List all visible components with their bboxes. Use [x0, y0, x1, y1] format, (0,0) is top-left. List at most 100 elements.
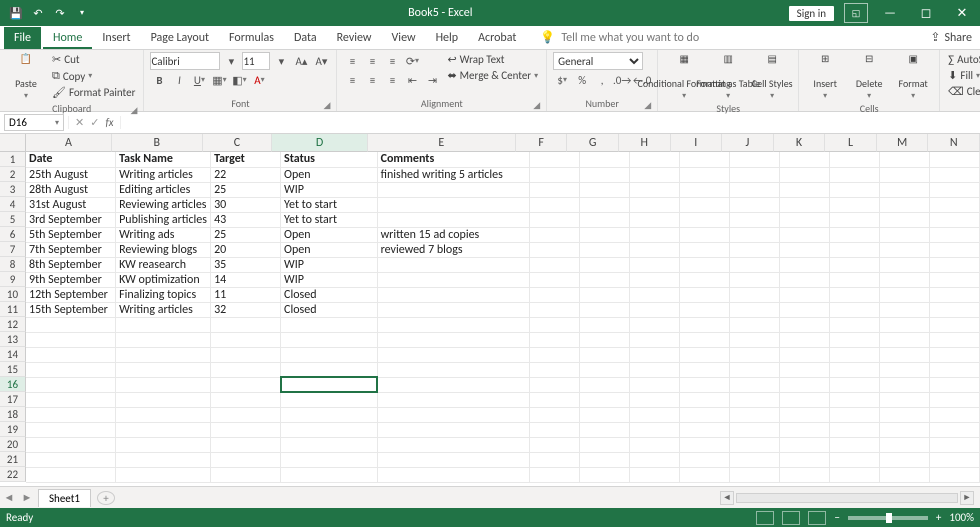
cell-J11[interactable]: [730, 302, 780, 317]
cell-M5[interactable]: [880, 212, 930, 227]
cell-B12[interactable]: [116, 317, 211, 332]
cell-H11[interactable]: [630, 302, 680, 317]
cell-E12[interactable]: [377, 317, 530, 332]
tab-view[interactable]: View: [382, 27, 426, 49]
cell-F4[interactable]: [530, 197, 580, 212]
cell-G7[interactable]: [580, 242, 630, 257]
tab-acrobat[interactable]: Acrobat: [468, 27, 526, 49]
cell-G15[interactable]: [580, 362, 630, 377]
column-header-D[interactable]: D: [272, 134, 367, 152]
cell-F15[interactable]: [530, 362, 580, 377]
cell-D8[interactable]: WIP: [281, 257, 378, 272]
increase-font-icon[interactable]: A▴: [292, 52, 310, 70]
cell-M6[interactable]: [880, 227, 930, 242]
cell-C15[interactable]: [211, 362, 281, 377]
column-header-L[interactable]: L: [825, 134, 877, 152]
delete-cells-button[interactable]: ⊟Delete: [849, 52, 889, 102]
page-layout-view-icon[interactable]: [782, 511, 800, 525]
undo-icon[interactable]: ↶: [28, 3, 48, 23]
cell-M16[interactable]: [880, 377, 930, 392]
cell-C10[interactable]: 11: [211, 287, 281, 302]
cell-F6[interactable]: [530, 227, 580, 242]
cell-M20[interactable]: [880, 437, 930, 452]
cell-K20[interactable]: [780, 437, 830, 452]
cell-M11[interactable]: [880, 302, 930, 317]
cell-F21[interactable]: [530, 452, 580, 467]
cell-I16[interactable]: [680, 377, 730, 392]
fill-button[interactable]: ⬇Fill: [946, 68, 980, 83]
cell-G16[interactable]: [580, 377, 630, 392]
row-header-18[interactable]: 18: [0, 407, 26, 422]
cell-E11[interactable]: [377, 302, 530, 317]
copy-button[interactable]: ⧉Copy: [50, 68, 137, 84]
cell-B8[interactable]: KW reasearch: [116, 257, 211, 272]
font-launcher-icon[interactable]: ◢: [324, 100, 331, 111]
normal-view-icon[interactable]: [756, 511, 774, 525]
cell-J7[interactable]: [730, 242, 780, 257]
cell-M17[interactable]: [880, 392, 930, 407]
cell-L2[interactable]: [830, 167, 880, 182]
cell-G2[interactable]: [580, 167, 630, 182]
row-header-7[interactable]: 7: [0, 242, 26, 257]
cell-K17[interactable]: [780, 392, 830, 407]
cell-B14[interactable]: [116, 347, 211, 362]
cell-A12[interactable]: [26, 317, 116, 332]
cell-D4[interactable]: Yet to start: [281, 197, 378, 212]
cell-G13[interactable]: [580, 332, 630, 347]
formula-input[interactable]: [121, 116, 980, 130]
row-header-2[interactable]: 2: [0, 167, 26, 182]
cell-B7[interactable]: Reviewing blogs: [116, 242, 211, 257]
tell-me-search[interactable]: 💡 Tell me what you want to do: [540, 30, 699, 45]
cell-I18[interactable]: [680, 407, 730, 422]
row-header-5[interactable]: 5: [0, 212, 26, 227]
cell-N21[interactable]: [929, 452, 979, 467]
tab-help[interactable]: Help: [426, 27, 469, 49]
cell-H1[interactable]: [630, 152, 680, 167]
font-size-select[interactable]: [242, 52, 270, 70]
cell-M22[interactable]: [880, 467, 930, 482]
cell-C11[interactable]: 32: [211, 302, 281, 317]
qat-more-icon[interactable]: ▾: [72, 3, 92, 23]
cell-C13[interactable]: [211, 332, 281, 347]
cell-A20[interactable]: [26, 437, 116, 452]
font-size-dropdown-icon[interactable]: ▾: [272, 52, 290, 70]
cell-G6[interactable]: [580, 227, 630, 242]
cell-K4[interactable]: [780, 197, 830, 212]
tab-page-layout[interactable]: Page Layout: [141, 27, 219, 49]
cell-F8[interactable]: [530, 257, 580, 272]
row-header-8[interactable]: 8: [0, 257, 26, 272]
column-header-B[interactable]: B: [112, 134, 203, 152]
cell-F7[interactable]: [530, 242, 580, 257]
cell-C17[interactable]: [211, 392, 281, 407]
name-box-dropdown-icon[interactable]: ▾: [55, 118, 59, 128]
cell-D19[interactable]: [281, 422, 378, 437]
alignment-launcher-icon[interactable]: ◢: [533, 100, 540, 111]
cell-D15[interactable]: [281, 362, 378, 377]
cell-H2[interactable]: [630, 167, 680, 182]
cell-D12[interactable]: [281, 317, 378, 332]
cell-A9[interactable]: 9th September: [26, 272, 116, 287]
cell-D2[interactable]: Open: [281, 167, 378, 182]
autosum-button[interactable]: ∑AutoSum: [946, 52, 980, 67]
cell-F20[interactable]: [530, 437, 580, 452]
row-header-22[interactable]: 22: [0, 467, 26, 482]
cell-C18[interactable]: [211, 407, 281, 422]
cell-J18[interactable]: [730, 407, 780, 422]
cell-B9[interactable]: KW optimization: [116, 272, 211, 287]
cell-J20[interactable]: [730, 437, 780, 452]
cell-E1[interactable]: Comments: [377, 152, 530, 167]
font-name-select[interactable]: [150, 52, 220, 70]
cell-H9[interactable]: [630, 272, 680, 287]
decrease-indent-icon[interactable]: ⇤: [403, 71, 421, 89]
cell-M13[interactable]: [880, 332, 930, 347]
font-color-button[interactable]: A: [250, 71, 268, 89]
cell-B16[interactable]: [116, 377, 211, 392]
cell-A14[interactable]: [26, 347, 116, 362]
cell-C22[interactable]: [211, 467, 281, 482]
cell-N1[interactable]: [929, 152, 979, 167]
cell-M18[interactable]: [880, 407, 930, 422]
cell-D14[interactable]: [281, 347, 378, 362]
cell-M10[interactable]: [880, 287, 930, 302]
row-header-3[interactable]: 3: [0, 182, 26, 197]
zoom-slider[interactable]: [848, 516, 928, 520]
